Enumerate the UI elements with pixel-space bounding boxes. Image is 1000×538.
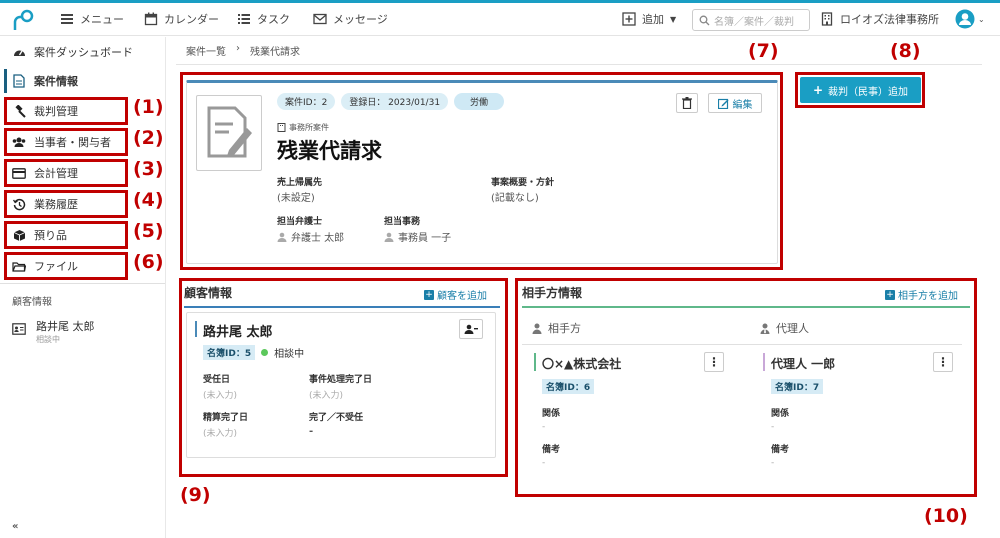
sidebar-client[interactable]: 路井尾 太郎 相談中 xyxy=(12,318,95,345)
annotation-box-5 xyxy=(4,221,128,249)
user-menu[interactable]: ⌄ xyxy=(955,9,985,29)
nav-message-label: メッセージ xyxy=(333,13,388,26)
sidebar-item-case-info[interactable]: 案件情報 xyxy=(6,69,78,93)
annotation-box-6 xyxy=(4,252,128,280)
calendar-icon xyxy=(144,12,158,26)
nav-calendar-label: カレンダー xyxy=(164,13,219,26)
nav-task-label: タスク xyxy=(257,13,290,26)
office-selector[interactable]: ロイオズ法律事務所 xyxy=(820,11,939,27)
sidebar-client-status: 相談中 xyxy=(36,335,60,344)
chevron-down-icon: ⌄ xyxy=(978,14,985,24)
plus-square-icon xyxy=(622,12,636,26)
building-icon xyxy=(821,12,833,26)
sidebar-item-dashboard[interactable]: 案件ダッシュボード xyxy=(6,40,133,64)
divider xyxy=(0,283,165,284)
breadcrumb: 案件一覧 › 残業代請求 xyxy=(186,43,300,58)
sidebar-client-name: 路井尾 太郎 xyxy=(36,320,95,333)
nav-menu-label: メニュー xyxy=(80,13,124,26)
annotation-box-1 xyxy=(4,97,128,125)
annotation-label-2: (2) xyxy=(133,127,164,149)
sidebar-item-label: 案件ダッシュボード xyxy=(34,46,133,59)
annotation-box-10 xyxy=(515,278,977,497)
sidebar-item-label: 案件情報 xyxy=(34,75,78,88)
add-dropdown[interactable]: 追加 ▼ xyxy=(622,11,676,27)
search-placeholder: 名簿／案件／裁判 xyxy=(714,16,794,28)
document-icon xyxy=(12,74,26,88)
nav-task[interactable]: タスク xyxy=(237,11,290,27)
annotation-label-9: (9) xyxy=(180,484,211,506)
annotation-label-6: (6) xyxy=(133,251,164,273)
envelope-icon xyxy=(313,13,327,25)
search-icon xyxy=(699,15,710,25)
annotation-box-7 xyxy=(180,72,783,270)
breadcrumb-parent[interactable]: 案件一覧 xyxy=(186,43,226,58)
collapse-sidebar-icon[interactable]: « xyxy=(12,521,18,532)
header-divider xyxy=(176,64,982,65)
top-bar: メニュー カレンダー タスク メッセージ 追加 ▼ 名簿／案件／裁判 ロイオズ法… xyxy=(0,3,1000,36)
annotation-label-7: (7) xyxy=(748,40,779,62)
id-card-icon xyxy=(12,323,26,335)
breadcrumb-current: 残業代請求 xyxy=(250,47,300,58)
hamburger-icon xyxy=(61,14,73,24)
search-input[interactable]: 名簿／案件／裁判 xyxy=(692,9,810,31)
chevron-down-icon: ▼ xyxy=(670,14,677,24)
nav-menu[interactable]: メニュー xyxy=(60,11,124,27)
annotation-label-10: (10) xyxy=(924,505,968,527)
annotation-box-2 xyxy=(4,128,128,156)
nav-message[interactable]: メッセージ xyxy=(313,11,388,27)
user-avatar-icon xyxy=(955,9,975,29)
annotation-box-4 xyxy=(4,190,128,218)
annotation-label-1: (1) xyxy=(133,96,164,118)
dashboard-icon xyxy=(12,45,26,59)
breadcrumb-separator: › xyxy=(236,43,240,54)
annotation-label-4: (4) xyxy=(133,189,164,211)
annotation-label-8: (8) xyxy=(890,40,921,62)
annotation-box-8 xyxy=(795,72,925,108)
annotation-label-5: (5) xyxy=(133,220,164,242)
annotation-box-3 xyxy=(4,159,128,187)
office-name: ロイオズ法律事務所 xyxy=(840,13,939,26)
add-label: 追加 xyxy=(642,13,664,26)
annotation-box-9 xyxy=(179,278,508,477)
nav-calendar[interactable]: カレンダー xyxy=(144,11,219,27)
app-logo-icon[interactable] xyxy=(10,8,36,32)
annotation-label-3: (3) xyxy=(133,158,164,180)
client-section-title: 顧客情報 xyxy=(12,297,52,308)
list-icon xyxy=(238,14,250,24)
